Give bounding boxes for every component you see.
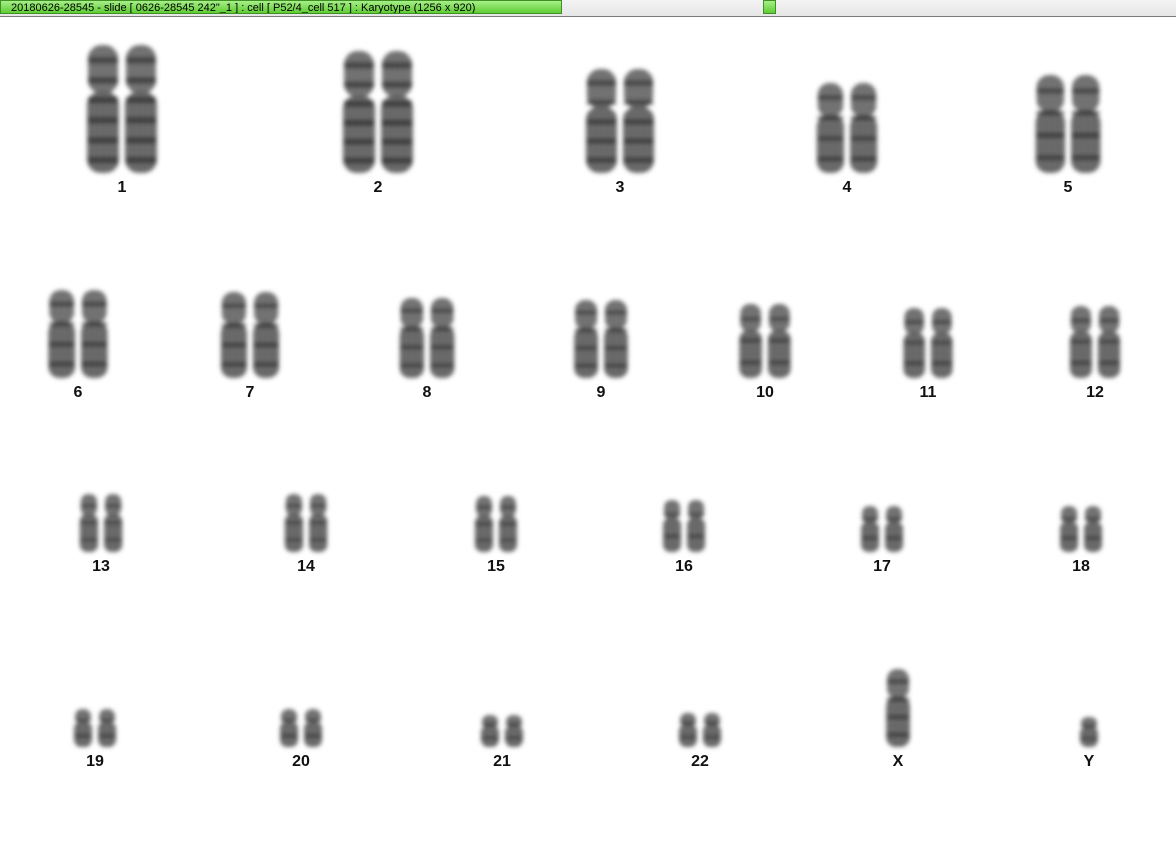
- chromosome-label-12: 12: [1086, 384, 1104, 401]
- chromatid: [280, 709, 298, 747]
- chromosome-6: [48, 290, 108, 378]
- chromosome-label-8: 8: [422, 384, 432, 401]
- chromatid: [253, 292, 280, 378]
- chromosome-14: [284, 494, 328, 552]
- chromatid: [1035, 75, 1065, 173]
- chromatid: [574, 300, 598, 378]
- chromatid: [220, 292, 247, 378]
- chromatid: [1084, 506, 1102, 552]
- chromatid: [703, 713, 721, 747]
- chromatid: [768, 304, 791, 378]
- chromatid: [604, 300, 628, 378]
- chromatid: [1060, 506, 1078, 552]
- chromosome-17: [861, 506, 903, 552]
- chromosome-11: [903, 308, 953, 378]
- chromosome-label-5: 5: [1063, 179, 1073, 196]
- chromatid: [679, 713, 697, 747]
- chromatid: [81, 290, 108, 378]
- chromatid: [79, 494, 98, 552]
- window-title[interactable]: 20180626-28545 - slide [ 0626-28545 242"…: [0, 0, 562, 14]
- chromosome-7: [220, 292, 280, 378]
- chromosome-label-X: X: [892, 753, 904, 770]
- chromosome-label-14: 14: [297, 558, 315, 575]
- chromosome-label-7: 7: [245, 384, 255, 401]
- chromatid: [98, 709, 116, 747]
- chromatid: [481, 715, 499, 747]
- chromatid: [1071, 75, 1101, 173]
- chromatid: [74, 709, 92, 747]
- chromosome-2: [343, 51, 413, 173]
- chromosome-1: [87, 45, 157, 173]
- chromosome-Y: [1080, 717, 1098, 747]
- chromatid: [430, 298, 455, 378]
- chromosome-label-21: 21: [493, 753, 511, 770]
- chromosome-9: [574, 300, 628, 378]
- chromosome-19: [74, 709, 116, 747]
- chromosome-20: [280, 709, 322, 747]
- title-bar-marker[interactable]: [763, 0, 776, 14]
- chromatid: [381, 51, 413, 173]
- chromatid: [499, 496, 517, 552]
- chromosome-label-19: 19: [86, 753, 104, 770]
- chromosome-5: [1035, 75, 1101, 173]
- chromatid: [1080, 717, 1098, 747]
- window-title-bar[interactable]: 20180626-28545 - slide [ 0626-28545 242"…: [0, 0, 1176, 17]
- chromatid: [623, 69, 655, 173]
- chromatid: [1098, 306, 1121, 378]
- chromatid: [585, 69, 617, 173]
- chromosome-18: [1060, 506, 1102, 552]
- chromosome-label-1: 1: [117, 179, 127, 196]
- chromatid: [816, 83, 844, 173]
- chromosome-label-17: 17: [873, 558, 891, 575]
- chromosome-13: [79, 494, 123, 552]
- karyotype-panel: 1 2 3 4 5 6 7 8 9 10 11 12 13 14 15 16 17 18 19 20 21 22 X Y: [0, 17, 1176, 861]
- chromosome-X: [886, 669, 910, 747]
- chromosome-15: [475, 496, 517, 552]
- chromosome-3: [585, 69, 655, 173]
- chromatid: [739, 304, 762, 378]
- chromatid: [87, 45, 119, 173]
- chromatid: [309, 494, 328, 552]
- chromosome-16: [663, 500, 705, 552]
- chromosome-label-22: 22: [691, 753, 709, 770]
- chromosome-label-20: 20: [292, 753, 310, 770]
- chromosome-12: [1069, 306, 1121, 378]
- chromosome-label-3: 3: [615, 179, 625, 196]
- chromatid: [343, 51, 375, 173]
- chromosome-4: [816, 83, 878, 173]
- chromatid: [505, 715, 523, 747]
- chromatid: [125, 45, 157, 173]
- chromosome-label-4: 4: [842, 179, 852, 196]
- chromatid: [104, 494, 123, 552]
- chromosome-label-10: 10: [756, 384, 774, 401]
- chromosome-label-15: 15: [487, 558, 505, 575]
- chromosome-label-16: 16: [675, 558, 693, 575]
- chromatid: [663, 500, 681, 552]
- chromatid: [886, 669, 910, 747]
- chromatid: [399, 298, 424, 378]
- chromatid: [304, 709, 322, 747]
- chromatid: [48, 290, 75, 378]
- chromatid: [1069, 306, 1092, 378]
- chromosome-22: [679, 713, 721, 747]
- chromosome-label-18: 18: [1072, 558, 1090, 575]
- chromosome-label-13: 13: [92, 558, 110, 575]
- chromatid: [931, 308, 953, 378]
- chromatid: [475, 496, 493, 552]
- chromatid: [850, 83, 878, 173]
- chromosome-label-2: 2: [373, 179, 383, 196]
- chromosome-images: [48, 45, 1121, 747]
- chromatid: [885, 506, 903, 552]
- chromatid: [903, 308, 925, 378]
- chromosome-label-Y: Y: [1083, 753, 1095, 770]
- chromatid: [687, 500, 705, 552]
- chromosome-label-9: 9: [596, 384, 606, 401]
- chromosome-21: [481, 715, 523, 747]
- chromosome-8: [399, 298, 455, 378]
- chromosome-label-11: 11: [919, 384, 937, 401]
- chromosome-label-6: 6: [73, 384, 83, 401]
- chromatid: [861, 506, 879, 552]
- chromosome-10: [739, 304, 791, 378]
- chromatid: [284, 494, 303, 552]
